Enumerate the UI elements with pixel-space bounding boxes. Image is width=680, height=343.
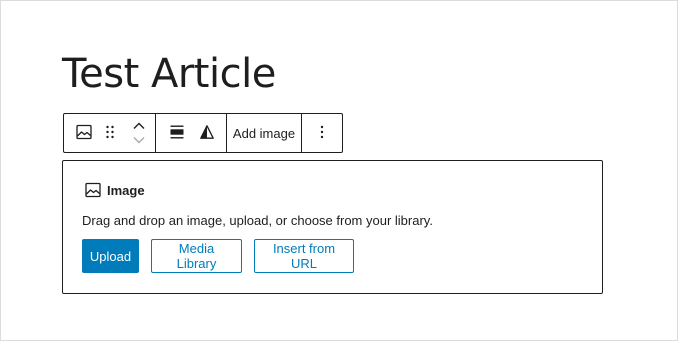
more-options-button[interactable]	[302, 114, 342, 152]
image-block-placeholder[interactable]: Image Drag and drop an image, upload, or…	[62, 160, 603, 294]
upload-button[interactable]: Upload	[82, 239, 139, 273]
toolbar-group-block	[64, 114, 156, 152]
more-vertical-icon	[320, 125, 324, 142]
chevron-down-icon	[133, 131, 145, 149]
toolbar-group-more	[302, 114, 342, 152]
align-wide-icon	[170, 125, 184, 142]
add-image-label: Add image	[232, 125, 296, 141]
post-title[interactable]: Test Article	[62, 50, 276, 98]
duotone-filter-button[interactable]	[196, 114, 218, 152]
drag-handle-icon	[105, 125, 115, 142]
placeholder-instructions: Drag and drop an image, upload, or choos…	[82, 213, 433, 228]
image-icon	[76, 124, 92, 143]
media-library-button[interactable]: Media Library	[151, 239, 242, 273]
placeholder-actions: Upload Media Library Insert from URL	[82, 239, 354, 273]
block-movers	[128, 114, 150, 152]
add-image-button[interactable]: Add image	[227, 114, 301, 152]
image-icon	[85, 182, 101, 198]
drag-handle[interactable]	[98, 114, 122, 152]
duotone-filter-icon	[200, 124, 214, 142]
block-type-button[interactable]	[72, 114, 96, 152]
placeholder-title: Image	[107, 182, 145, 198]
align-button[interactable]	[166, 114, 188, 152]
move-down-button[interactable]	[133, 133, 145, 147]
toolbar-group-layout	[156, 114, 227, 152]
toolbar-group-replace: Add image	[227, 114, 302, 152]
insert-from-url-button[interactable]: Insert from URL	[254, 239, 354, 273]
placeholder-label: Image	[85, 182, 145, 198]
block-toolbar: Add image	[63, 113, 343, 153]
